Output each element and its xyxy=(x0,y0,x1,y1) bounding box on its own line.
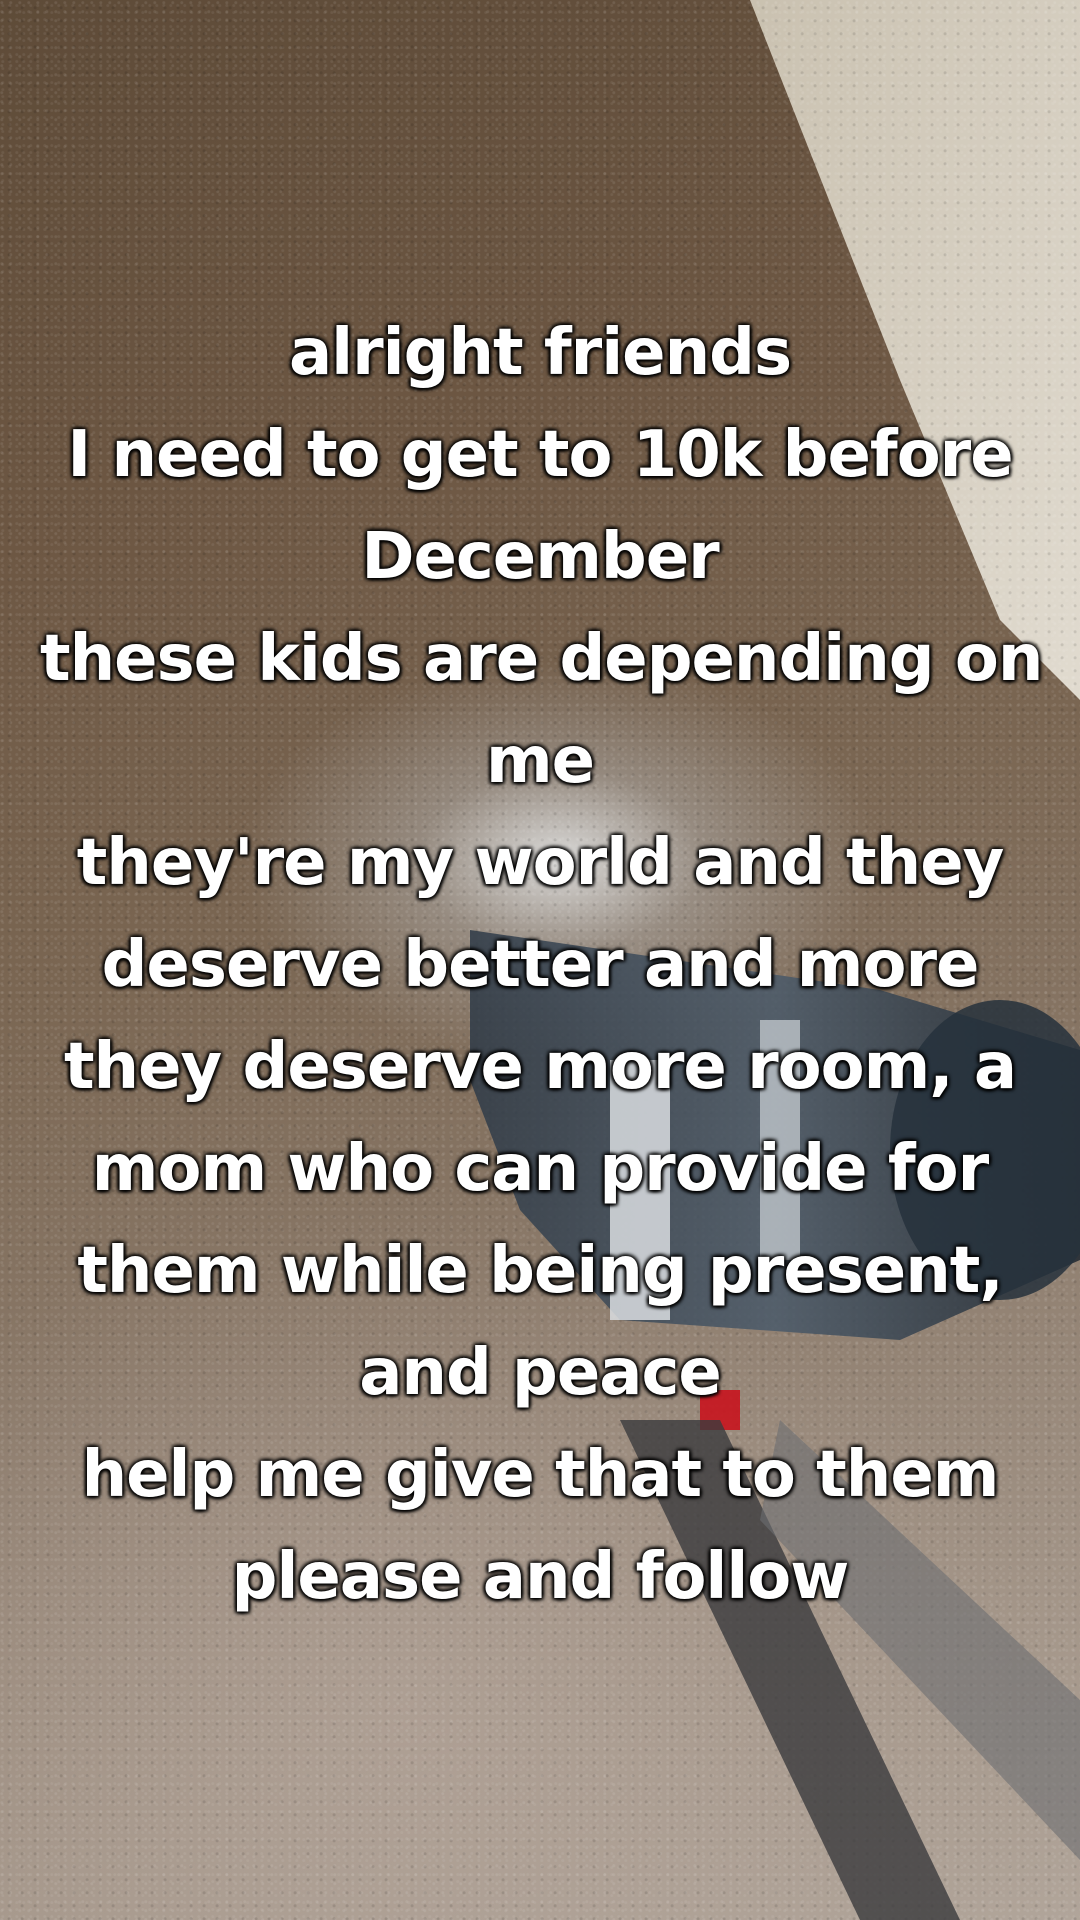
caption-line: me xyxy=(485,724,595,798)
caption-line: deserve better and more xyxy=(101,928,980,1002)
caption-line: these kids are depending on xyxy=(40,622,1043,696)
caption-line: December xyxy=(361,520,719,594)
caption-line: please and follow xyxy=(231,1540,850,1614)
caption-line: them while being present, xyxy=(77,1234,1003,1308)
caption-line: mom who can provide for xyxy=(91,1132,989,1206)
video-frame: alright friends I need to get to 10k bef… xyxy=(0,0,1080,1920)
caption-line: they deserve more room, a xyxy=(63,1030,1017,1104)
caption-line: I need to get to 10k before xyxy=(67,418,1013,492)
caption-line: they're my world and they xyxy=(76,826,1005,900)
caption-line: alright friends xyxy=(288,316,792,390)
caption-line: help me give that to them xyxy=(81,1438,1000,1512)
caption-text: alright friends I need to get to 10k bef… xyxy=(40,302,1043,1628)
caption-line: and peace xyxy=(359,1336,722,1410)
